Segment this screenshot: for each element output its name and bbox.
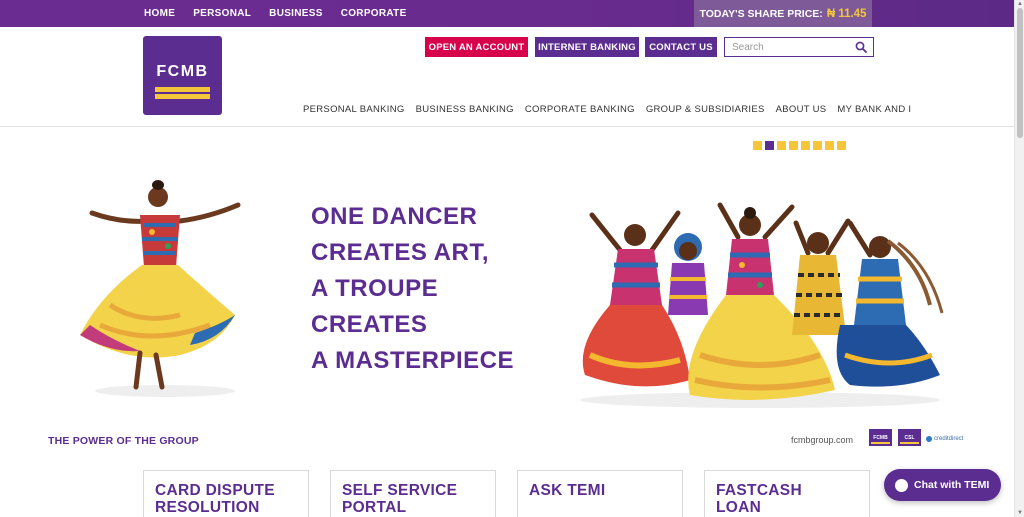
card-fastcash-loan[interactable]: FASTCASH LOAN	[704, 470, 870, 517]
card-title: SELF SERVICE PORTAL	[342, 482, 457, 516]
csl-mini-logo: CSL	[898, 429, 921, 446]
group-site-link[interactable]: fcmbgroup.com	[791, 435, 853, 445]
nav-business-banking[interactable]: BUSINESS BANKING	[416, 104, 514, 116]
slider-dot[interactable]	[813, 141, 822, 150]
hero-headline: ONE DANCER CREATES ART, A TROUPE CREATES…	[311, 199, 514, 379]
card-title: CARD DISPUTE RESOLUTION	[155, 482, 275, 516]
hero-line: CREATES ART,	[311, 239, 490, 266]
card-title-line: LOAN	[716, 499, 762, 516]
top-bar: HOME PERSONAL BUSINESS CORPORATE TODAY'S…	[0, 0, 1014, 27]
logo-stripe	[155, 94, 210, 99]
nav-my-bank-and-i[interactable]: MY BANK AND I	[837, 104, 911, 116]
card-ask-temi[interactable]: ASK TEMI	[517, 470, 683, 517]
card-title-line: CARD DISPUTE	[155, 482, 275, 499]
card-title: FASTCASH LOAN	[716, 482, 802, 516]
slider-dot[interactable]	[825, 141, 834, 150]
chat-bubble-icon	[895, 478, 908, 492]
hero-line: A TROUPE	[311, 275, 439, 302]
single-dancer-image	[80, 180, 241, 397]
search-box	[724, 37, 874, 57]
share-price-label: TODAY'S SHARE PRICE:	[699, 7, 823, 20]
group-tagline: THE POWER OF THE GROUP	[48, 435, 199, 447]
credit-direct-logo: creditdirect	[926, 436, 963, 442]
card-title-line: RESOLUTION	[155, 499, 260, 516]
card-title-line: ASK TEMI	[529, 482, 606, 499]
top-nav-home[interactable]: HOME	[144, 8, 175, 19]
top-nav-corporate[interactable]: CORPORATE	[341, 8, 407, 19]
card-title: ASK TEMI	[529, 482, 605, 499]
share-price-value: ₦ 11.45	[826, 7, 867, 20]
card-title-line: FASTCASH	[716, 482, 802, 499]
fcmb-logo[interactable]: FCMB	[143, 36, 222, 115]
csl-mini-logo-text: CSL	[904, 434, 915, 441]
contact-us-button[interactable]: CONTACT US	[645, 37, 717, 57]
slider-dot[interactable]	[801, 141, 810, 150]
nav-corporate-banking[interactable]: CORPORATE BANKING	[525, 104, 635, 116]
logo-stripe	[155, 87, 210, 92]
fcmb-mini-logo-text: FCMB	[873, 434, 888, 441]
top-nav: HOME PERSONAL BUSINESS CORPORATE	[144, 0, 425, 27]
card-dispute-resolution[interactable]: CARD DISPUTE RESOLUTION	[143, 470, 309, 517]
slider-dot-active[interactable]	[765, 141, 774, 150]
fcmb-mini-logo: FCMB	[869, 429, 892, 446]
dance-troupe-image	[580, 202, 944, 408]
nav-about-us[interactable]: ABOUT US	[776, 104, 827, 116]
open-account-button[interactable]: OPEN AN ACCOUNT	[425, 37, 528, 57]
share-price: TODAY'S SHARE PRICE: ₦ 11.45	[694, 0, 872, 27]
card-title-line: SELF SERVICE	[342, 482, 458, 499]
nav-personal-banking[interactable]: PERSONAL BANKING	[303, 104, 405, 116]
search-icon[interactable]	[855, 41, 867, 53]
logo-text: FCMB	[156, 63, 209, 80]
header-divider	[0, 126, 1014, 127]
slider-dot[interactable]	[777, 141, 786, 150]
scroll-down-icon[interactable]: ▼	[1017, 510, 1023, 516]
slider-dots	[753, 141, 846, 150]
chat-label: Chat with TEMI	[914, 479, 990, 491]
hero-line: ONE DANCER	[311, 203, 478, 230]
slider-dot[interactable]	[753, 141, 762, 150]
page-scrollbar[interactable]: ▲ ▼	[1014, 0, 1024, 517]
top-nav-personal[interactable]: PERSONAL	[193, 8, 251, 19]
nav-group-subsidiaries[interactable]: GROUP & SUBSIDIARIES	[646, 104, 765, 116]
slider-dot[interactable]	[789, 141, 798, 150]
scrollbar-thumb[interactable]	[1017, 8, 1023, 138]
top-nav-business[interactable]: BUSINESS	[269, 8, 323, 19]
credit-direct-icon	[926, 436, 932, 442]
slider-dot[interactable]	[837, 141, 846, 150]
logo-stripe	[900, 442, 919, 444]
hero-line: A MASTERPIECE	[311, 347, 514, 374]
card-title-line: PORTAL	[342, 499, 407, 516]
chat-with-temi-button[interactable]: Chat with TEMI	[884, 469, 1001, 501]
scroll-up-icon[interactable]: ▲	[1017, 1, 1023, 7]
logo-stripe	[871, 442, 890, 444]
hero-line: CREATES	[311, 311, 428, 338]
internet-banking-button[interactable]: INTERNET BANKING	[535, 37, 639, 57]
credit-direct-text: creditdirect	[934, 436, 964, 442]
card-self-service-portal[interactable]: SELF SERVICE PORTAL	[330, 470, 496, 517]
search-input[interactable]	[725, 38, 850, 56]
main-nav: PERSONAL BANKING BUSINESS BANKING CORPOR…	[303, 104, 922, 116]
